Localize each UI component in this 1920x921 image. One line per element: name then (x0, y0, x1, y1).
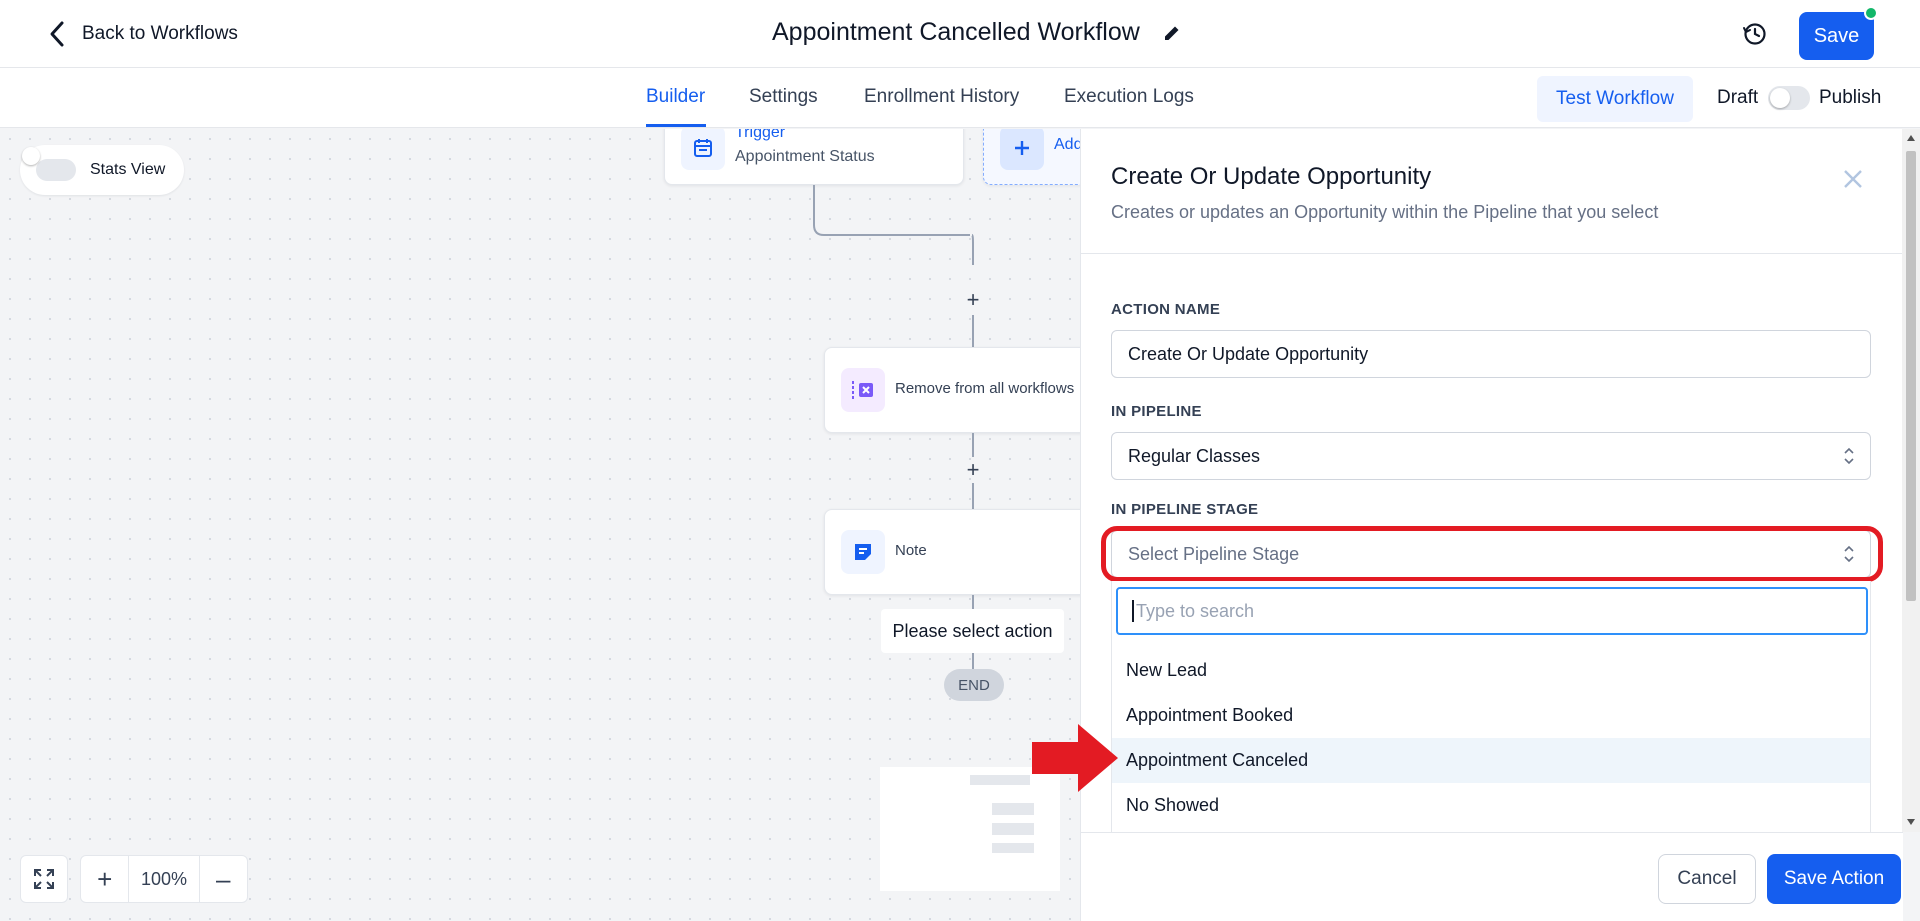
add-trigger-label: Add (1054, 136, 1080, 153)
tab-execution-logs[interactable]: Execution Logs (1064, 86, 1194, 108)
zoom-level: 100% (128, 856, 200, 902)
workflow-canvas[interactable]: Stats View Trigger Appointment Status Ad… (0, 129, 1080, 921)
pipeline-select[interactable]: Regular Classes (1111, 432, 1871, 480)
calendar-icon (681, 129, 725, 170)
note-node[interactable]: Note (824, 509, 1080, 595)
active-tab-indicator (646, 124, 706, 127)
action-name-label: ACTION NAME (1111, 301, 1221, 318)
chevron-left-icon (50, 21, 64, 47)
toggle-knob (1770, 88, 1790, 108)
pipeline-label: IN PIPELINE (1111, 403, 1202, 420)
scroll-down-arrow[interactable] (1907, 819, 1915, 825)
expand-icon (34, 869, 54, 889)
stage-option[interactable]: Appointment Booked (1112, 693, 1870, 738)
save-action-button[interactable]: Save Action (1767, 854, 1901, 904)
remove-from-workflows-node[interactable]: Remove from all workflows (824, 347, 1080, 433)
fit-view-button[interactable] (20, 855, 68, 903)
zoom-out-button[interactable]: – (200, 856, 247, 902)
workflow-title-text: Appointment Cancelled Workflow (772, 18, 1140, 46)
stage-option-highlighted[interactable]: Appointment Canceled (1112, 738, 1870, 783)
please-select-action-tooltip: Please select action (881, 609, 1064, 653)
test-workflow-button[interactable]: Test Workflow (1537, 76, 1693, 122)
panel-scrollbar[interactable] (1902, 129, 1920, 832)
divider (1081, 253, 1903, 254)
add-trigger-node[interactable]: Add (983, 129, 1080, 185)
action-name-value: Create Or Update Opportunity (1128, 343, 1369, 364)
end-label: END (958, 676, 990, 694)
search-placeholder: Type to search (1136, 600, 1255, 621)
connector-line (972, 595, 974, 609)
tab-settings[interactable]: Settings (749, 86, 818, 108)
publish-toggle[interactable] (1768, 86, 1810, 110)
connector-line (972, 653, 974, 669)
minimap-shape (992, 843, 1034, 853)
text-caret (1132, 600, 1134, 622)
scroll-thumb[interactable] (1906, 151, 1916, 601)
stage-option[interactable]: No Showed (1112, 783, 1870, 828)
draft-label: Draft (1717, 87, 1759, 108)
unsaved-status-dot (1864, 6, 1878, 20)
note-icon (841, 530, 885, 574)
remove-node-label: Remove from all workflows (895, 380, 1075, 397)
edit-pencil-icon[interactable] (1162, 23, 1182, 43)
end-node: END (944, 669, 1004, 701)
add-step-plus-icon[interactable]: + (963, 459, 983, 481)
pipeline-value: Regular Classes (1128, 445, 1261, 466)
minimap-shape (992, 823, 1034, 835)
back-label: Back to Workflows (82, 23, 238, 44)
zoom-in-button[interactable]: + (81, 856, 128, 902)
stage-option[interactable]: New Lead (1112, 648, 1870, 693)
cancel-button[interactable]: Cancel (1658, 854, 1756, 904)
remove-workflow-icon (841, 368, 885, 412)
toggle-knob (22, 147, 40, 165)
connector-line (972, 315, 974, 351)
stats-view-toggle[interactable]: Stats View (20, 145, 184, 195)
add-step-plus-icon[interactable]: + (963, 289, 983, 311)
please-select-label: Please select action (892, 620, 1053, 641)
panel-title: Create Or Update Opportunity (1111, 163, 1432, 190)
action-config-panel: Create Or Update Opportunity Creates or … (1080, 129, 1903, 921)
save-button[interactable]: Save (1799, 6, 1878, 60)
note-node-label: Note (895, 542, 927, 559)
save-label: Save (1813, 24, 1860, 47)
trigger-merge-connector (813, 185, 974, 265)
plus-icon (1000, 129, 1044, 170)
minimap-shape (992, 803, 1034, 815)
stats-view-label: Stats View (90, 161, 166, 178)
cancel-label: Cancel (1677, 868, 1737, 889)
zoom-controls: + 100% – (80, 855, 248, 903)
trigger-node[interactable]: Trigger Appointment Status (664, 129, 964, 185)
tab-enrollment-history[interactable]: Enrollment History (864, 86, 1019, 108)
panel-footer: Cancel Save Action (1081, 832, 1903, 921)
stats-toggle-switch[interactable] (22, 147, 76, 181)
panel-subtitle: Creates or updates an Opportunity within… (1111, 202, 1659, 222)
history-icon[interactable] (1740, 19, 1770, 49)
annotation-highlight-box (1101, 526, 1883, 582)
pipeline-stage-dropdown: Type to search New Lead Appointment Book… (1111, 581, 1871, 839)
tab-bar: Builder Settings Enrollment History Exec… (0, 68, 1920, 128)
top-header: Back to Workflows Appointment Cancelled … (0, 0, 1920, 68)
trigger-subtitle: Appointment Status (735, 148, 875, 165)
close-icon[interactable] (1841, 167, 1865, 191)
minimap-shape (970, 775, 1030, 785)
trigger-title: Trigger (735, 129, 786, 141)
tab-builder[interactable]: Builder (646, 86, 705, 108)
connector-line (972, 433, 974, 457)
scroll-up-arrow[interactable] (1907, 135, 1915, 141)
annotation-arrow-icon (1032, 724, 1118, 792)
chevron-updown-icon (1844, 447, 1854, 465)
save-action-label: Save Action (1783, 868, 1885, 889)
action-name-input[interactable]: Create Or Update Opportunity (1111, 330, 1871, 378)
back-to-workflows-link[interactable]: Back to Workflows (48, 20, 238, 48)
stage-search-input[interactable]: Type to search (1116, 587, 1868, 635)
test-workflow-label: Test Workflow (1556, 88, 1674, 109)
workflow-title: Appointment Cancelled Workflow (772, 18, 1182, 47)
publish-label: Publish (1819, 87, 1882, 108)
pipeline-stage-label: IN PIPELINE STAGE (1111, 501, 1259, 518)
